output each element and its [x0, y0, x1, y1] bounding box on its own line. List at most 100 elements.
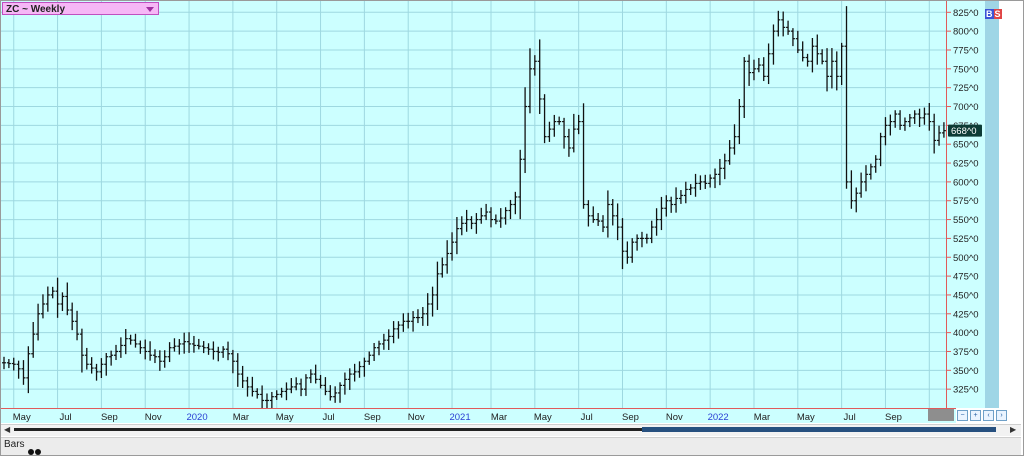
zoom-out-icon[interactable]: − — [957, 410, 968, 421]
ohlc-bar — [245, 376, 250, 397]
ohlc-bar — [11, 357, 16, 371]
ohlc-bar — [678, 190, 683, 204]
price-axis[interactable]: 325^0 350^0 375^0 400^0 425^0 450^0 475^0 500^0… — [946, 1, 985, 408]
x-month-label: Sep — [885, 412, 902, 423]
ohlc-bar — [430, 286, 435, 317]
ohlc-bar — [415, 309, 420, 324]
ohlc-bar — [323, 377, 328, 396]
ohlc-bar — [196, 338, 201, 350]
ohlc-bar — [927, 102, 932, 131]
y-tick-label: 750^0 — [953, 64, 979, 75]
scroll-right-icon[interactable]: › — [996, 410, 1007, 421]
ohlc-bar — [756, 57, 761, 73]
scroll-left-icon[interactable]: ‹ — [983, 410, 994, 421]
ohlc-bar — [810, 37, 815, 73]
ohlc-bar — [114, 344, 119, 361]
ohlc-bar — [191, 335, 196, 353]
ohlc-bar — [206, 343, 211, 355]
x-month-label: Nov — [145, 412, 162, 423]
ohlc-bar — [878, 132, 883, 167]
ohlc-bar — [839, 42, 844, 85]
ohlc-bar — [289, 378, 294, 394]
left-arrow-icon[interactable]: ◀ — [4, 425, 10, 434]
ohlc-bar — [347, 368, 352, 390]
link-icon[interactable] — [28, 442, 42, 460]
ohlc-bar — [503, 207, 508, 225]
ohlc-bar — [299, 378, 304, 397]
last-price-label: 668^0 — [951, 126, 977, 137]
x-month-label: Sep — [101, 412, 118, 423]
ohlc-bar — [240, 365, 245, 388]
ohlc-bar — [630, 238, 635, 263]
ohlc-bar — [498, 208, 503, 228]
bars-tab[interactable]: Bars — [4, 439, 25, 450]
status-bar — [1, 437, 1021, 455]
y-tick-label: 500^0 — [953, 253, 979, 264]
ohlc-bar — [255, 388, 260, 399]
ohlc-bar — [542, 94, 547, 144]
ohlc-bar — [420, 307, 425, 326]
x-month-label: Sep — [364, 412, 381, 423]
ohlc-bar — [128, 334, 133, 345]
ohlc-bar — [26, 346, 31, 394]
ohlc-bar — [308, 369, 313, 384]
y-tick-label: 650^0 — [953, 140, 979, 151]
ohlc-bar — [713, 168, 718, 189]
ohlc-bar — [172, 338, 177, 352]
ohlc-bar — [751, 59, 756, 81]
ohlc-bar — [157, 350, 162, 371]
ohlc-bar — [873, 155, 878, 173]
y-tick-label: 575^0 — [953, 196, 979, 207]
buy-badge[interactable]: B — [985, 9, 994, 19]
zoom-in-icon[interactable]: + — [970, 410, 981, 421]
ohlc-bar — [644, 233, 649, 244]
price-bars — [1, 1, 946, 410]
time-axis[interactable]: May Jul Sep Nov 2020 Mar May Jul Sep Nov 2021 Mar Ma… — [1, 408, 956, 423]
right-arrow-icon[interactable]: ▶ — [1010, 425, 1016, 434]
buy-sell-badge[interactable]: BS — [985, 9, 1002, 19]
sell-badge[interactable]: S — [993, 9, 1002, 19]
plot-area[interactable] — [1, 1, 946, 410]
ohlc-bar — [902, 117, 907, 131]
ohlc-bar — [40, 294, 45, 319]
ohlc-bar — [635, 234, 640, 251]
ohlc-bar — [6, 359, 11, 369]
ohlc-bar — [800, 41, 805, 62]
y-tick-label: 475^0 — [953, 272, 979, 283]
ohlc-bar — [269, 391, 274, 410]
ohlc-bar — [274, 390, 279, 400]
ohlc-bar — [771, 24, 776, 65]
ohlc-bar — [659, 196, 664, 231]
ohlc-bar — [303, 374, 308, 396]
symbol-selector[interactable]: ZC ~ Weekly — [2, 2, 159, 15]
y-tick-label: 375^0 — [953, 347, 979, 358]
y-tick-label: 625^0 — [953, 159, 979, 170]
ohlc-bar — [162, 350, 167, 368]
ohlc-bar — [922, 107, 927, 125]
x-month-label: Jul — [844, 412, 856, 423]
ohlc-bar — [883, 117, 888, 146]
ohlc-bar — [376, 340, 381, 356]
ohlc-bar — [450, 232, 455, 261]
y-tick-label: 800^0 — [953, 27, 979, 38]
ohlc-bar — [474, 213, 479, 234]
chevron-down-icon[interactable] — [146, 7, 154, 12]
ohlc-bar — [639, 231, 644, 248]
y-tick-label: 825^0 — [953, 8, 979, 19]
ohlc-bar — [834, 51, 839, 91]
ohlc-bar — [825, 48, 830, 92]
x-month-label: Nov — [666, 412, 683, 423]
ohlc-bar — [454, 217, 459, 255]
y-tick-label: 600^0 — [953, 177, 979, 188]
y-tick-label: 425^0 — [953, 309, 979, 320]
ohlc-bar — [674, 187, 679, 213]
scroll-thumb[interactable] — [642, 427, 996, 432]
ohlc-bar — [362, 357, 367, 377]
ohlc-bar — [367, 351, 372, 365]
ohlc-bar — [669, 196, 674, 213]
y-tick-label: 350^0 — [953, 366, 979, 377]
ohlc-bar — [859, 172, 864, 198]
ohlc-bar — [89, 357, 94, 374]
ohlc-bar — [221, 346, 226, 358]
ohlc-bar — [708, 174, 713, 188]
